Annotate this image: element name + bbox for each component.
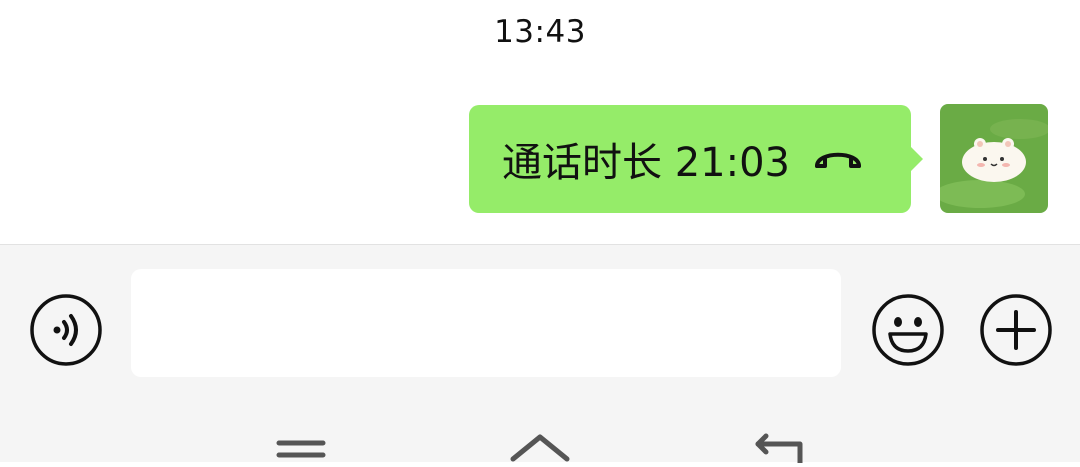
plus-icon[interactable] <box>979 293 1053 371</box>
message-text-input[interactable] <box>131 269 841 377</box>
emoji-icon[interactable] <box>871 293 945 371</box>
voice-input-icon[interactable] <box>29 293 103 371</box>
message-input-bar <box>0 244 1080 466</box>
call-duration-text: 通话时长 21:03 <box>502 140 790 186</box>
chat-area: 13:43 通话时长 21:03 <box>0 0 1080 244</box>
hamster-avatar-icon <box>940 104 1048 213</box>
menu-icon[interactable] <box>276 433 326 467</box>
user-avatar[interactable] <box>940 104 1048 213</box>
hangup-phone-icon <box>812 146 864 172</box>
message-timestamp: 13:43 <box>494 14 586 50</box>
home-icon[interactable] <box>508 431 572 467</box>
call-duration-bubble[interactable]: 通话时长 21:03 <box>469 105 923 213</box>
back-icon[interactable] <box>752 431 808 467</box>
